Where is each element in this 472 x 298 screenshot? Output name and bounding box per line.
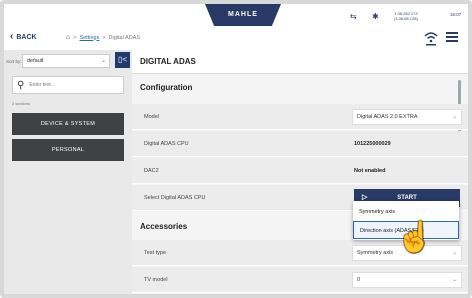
sections-count: 2 sections: [12, 101, 31, 106]
sort-row: Sort by: default ⌄: [6, 53, 110, 69]
sidebar-item-device-system[interactable]: DEVICE & SYSTEM: [12, 113, 124, 135]
status-bar: MAHLE ⇆ ✱ 1.35.282.173 (1.35.66.128) 16:…: [4, 4, 468, 26]
test-type-value: Symmetry axis: [357, 250, 394, 256]
breadcrumb-separator: >: [102, 34, 106, 41]
chevron-down-icon: ⌄: [452, 277, 457, 283]
tv-model-value: 0: [357, 277, 361, 283]
configuration-heading: Configuration: [140, 83, 193, 92]
ip-address: 1.35.282.173 (1.35.66.128): [394, 11, 418, 21]
model-label: Model: [144, 114, 159, 120]
wifi-icon[interactable]: [424, 29, 438, 47]
breadcrumb-current: Digital ADAS: [108, 34, 141, 41]
accessories-heading: Accessories: [140, 222, 188, 231]
dac-label: DAC2: [144, 168, 159, 174]
breadcrumb: ⌂ > Settings > Digital ADAS: [66, 34, 140, 41]
sort-label: Sort by:: [6, 58, 22, 64]
cpu-label: Digital ADAS CPU: [144, 141, 189, 147]
back-label: BACK: [16, 33, 37, 41]
tv-model-select[interactable]: 0 ⌄: [352, 272, 462, 288]
cpu-value: 101225000029: [354, 141, 391, 147]
search-field[interactable]: ⚲: [12, 76, 124, 94]
breadcrumb-settings-link[interactable]: Settings: [79, 35, 99, 41]
chevron-down-icon: ⌄: [452, 250, 457, 256]
hand-pointer-icon: ☝: [396, 221, 434, 254]
page-title: DIGITAL ADAS: [132, 50, 468, 74]
navigation-bar: ‹ BACK ⌂ > Settings > Digital ADAS: [4, 26, 468, 50]
sidebar-item-personal[interactable]: PERSONAL: [12, 139, 124, 161]
clock: 16:07: [450, 12, 462, 17]
cpu-row: Digital ADAS CPU 101225000029: [132, 131, 468, 157]
back-button[interactable]: ‹ BACK: [10, 31, 37, 42]
brand-logo: MAHLE: [205, 4, 281, 26]
bluetooth-icon: ✱: [372, 12, 379, 21]
tv-model-label: TV model: [144, 277, 168, 283]
ip-line-2: (1.35.66.128): [394, 16, 418, 21]
main-panel: DIGITAL ADAS Configuration Model Digital…: [132, 50, 468, 294]
hamburger-menu-icon[interactable]: [446, 32, 458, 42]
model-row: Model Digital ADAS 2.0 EXTRA ⌄: [132, 104, 468, 130]
network-icon: ⇆: [350, 12, 357, 21]
sidebar: Sort by: default ⌄ ▯< ⚲ 2 sections DEVIC…: [4, 50, 132, 294]
tv-model-row: TV model 0 ⌄: [132, 267, 468, 293]
sort-value: default: [27, 58, 44, 64]
collapse-sidebar-button[interactable]: ▯<: [115, 52, 130, 68]
app-screen: MAHLE ⇆ ✱ 1.35.282.173 (1.35.66.128) 16:…: [0, 0, 472, 298]
dac-value: Not enabled: [354, 168, 386, 174]
chevron-down-icon: ⌄: [452, 114, 457, 120]
test-type-label: Test type: [144, 250, 167, 256]
model-select[interactable]: Digital ADAS 2.0 EXTRA ⌄: [352, 109, 462, 125]
home-icon[interactable]: ⌂: [66, 34, 70, 41]
search-icon: ⚲: [17, 79, 25, 91]
chevron-left-icon: ‹: [10, 31, 14, 42]
dac-row: DAC2 Not enabled: [132, 158, 468, 184]
model-value: Digital ADAS 2.0 EXTRA: [357, 114, 418, 120]
sort-select[interactable]: default ⌄: [22, 54, 110, 68]
dropdown-option-symmetry-axis[interactable]: Symmetry axis: [353, 203, 459, 221]
breadcrumb-separator: >: [73, 34, 77, 41]
chevron-down-icon: ⌄: [100, 58, 106, 64]
select-cpu-label: Select Digital ADAS CPU: [144, 195, 206, 201]
search-input[interactable]: [29, 82, 110, 88]
